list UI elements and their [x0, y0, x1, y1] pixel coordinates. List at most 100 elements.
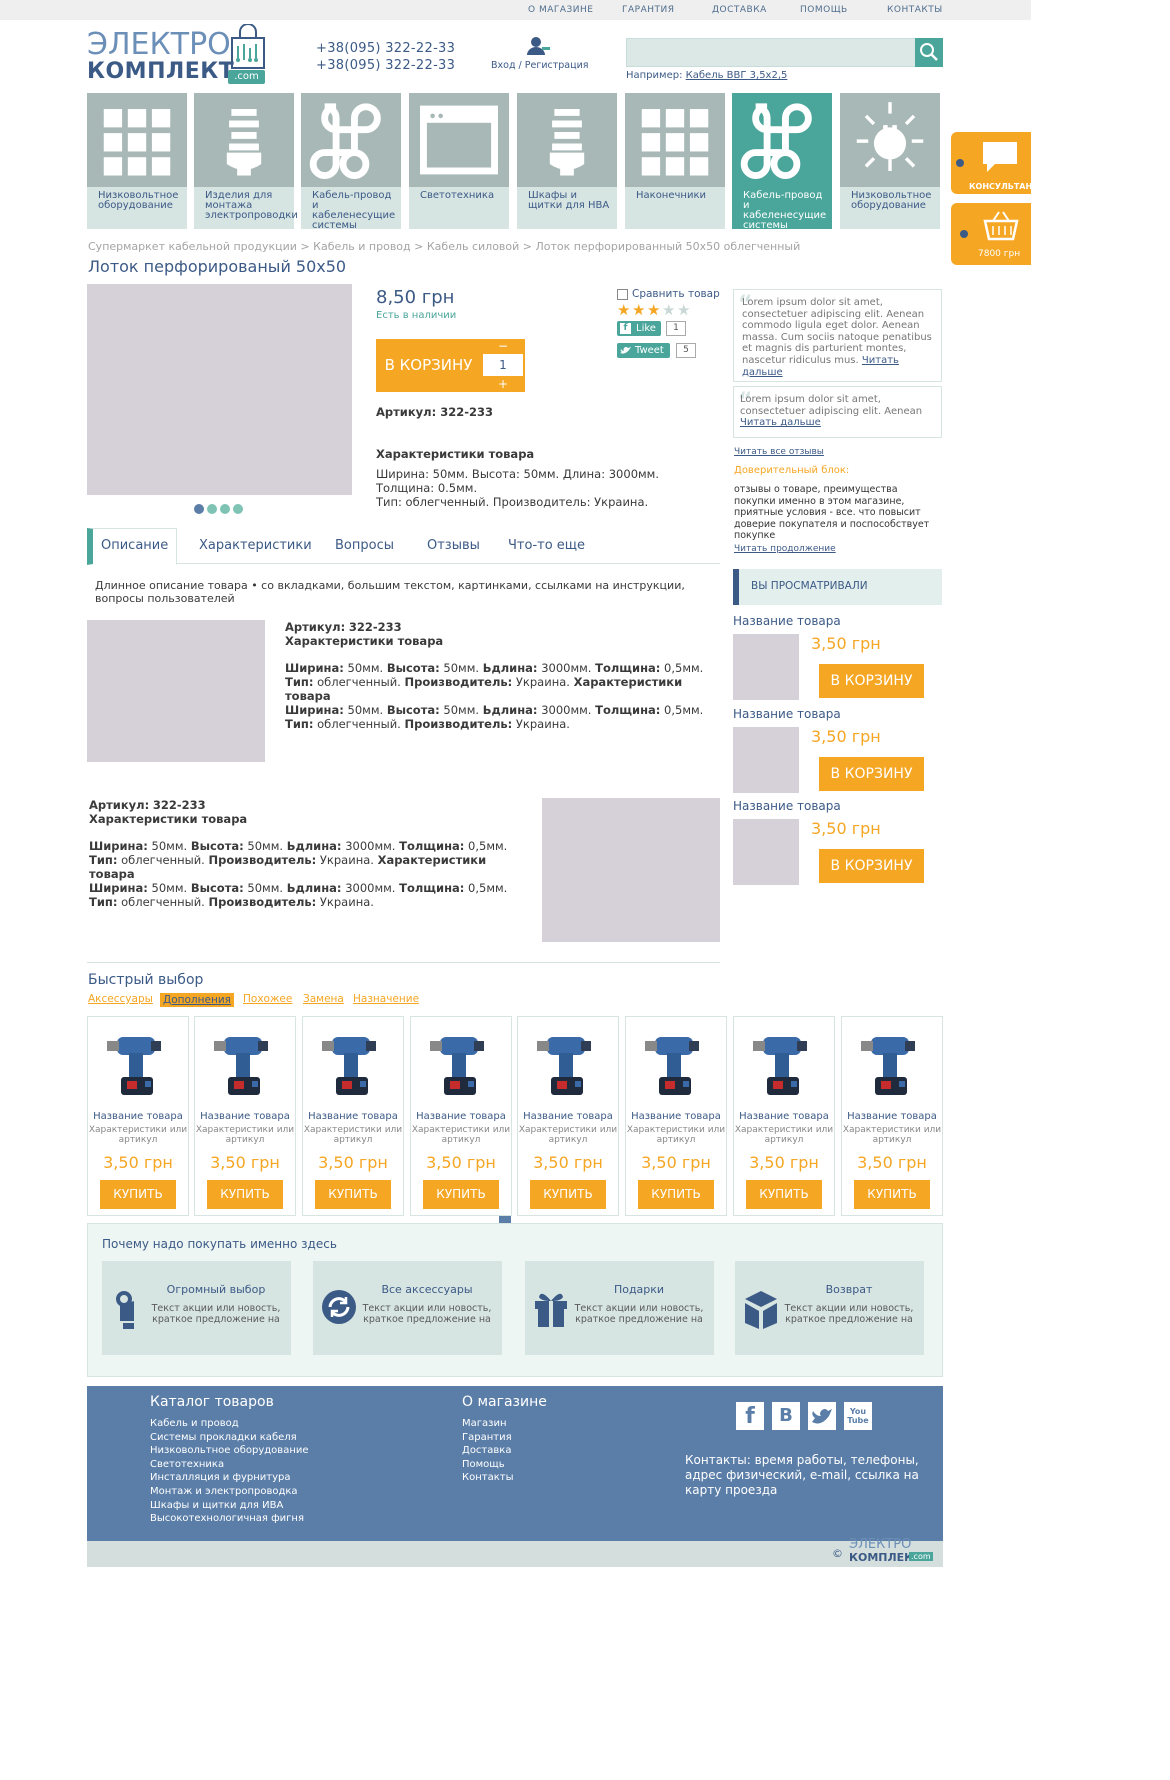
- footer-catalog-link[interactable]: Низковольтное оборудование: [150, 1444, 309, 1458]
- product-card[interactable]: Название товара Характеристики или артику…: [733, 1016, 835, 1216]
- footer-catalog-link[interactable]: Кабель и провод: [150, 1417, 239, 1431]
- product-card-image[interactable]: [753, 1029, 815, 1099]
- star-empty-icon[interactable]: ★: [677, 301, 690, 319]
- like-button[interactable]: f Like: [617, 321, 661, 336]
- tab-other[interactable]: Что-то еще: [508, 528, 585, 564]
- product-card-name[interactable]: Название товара: [734, 1111, 834, 1122]
- buy-button[interactable]: КУПИТЬ: [746, 1180, 822, 1209]
- star-filled-icon[interactable]: ★: [647, 301, 660, 319]
- category-tile[interactable]: Кабель-провод и кабеленесущие системы: [301, 93, 401, 231]
- gallery-dot[interactable]: [220, 504, 230, 514]
- youtube-icon[interactable]: You Tube: [844, 1402, 872, 1430]
- product-image[interactable]: [87, 284, 352, 495]
- tab-reviews[interactable]: Отзывы: [427, 528, 480, 564]
- vk-icon[interactable]: B: [772, 1402, 800, 1430]
- search-input[interactable]: [626, 38, 916, 67]
- buy-button[interactable]: КУПИТЬ: [854, 1180, 930, 1209]
- buy-button[interactable]: КУПИТЬ: [638, 1180, 714, 1209]
- category-tile[interactable]: Низковольтное оборудование: [87, 93, 187, 229]
- trust-read-more-link[interactable]: Читать продолжение: [734, 544, 836, 554]
- product-card-image[interactable]: [645, 1029, 707, 1099]
- add-to-cart-button[interactable]: В КОРЗИНУ: [376, 339, 481, 392]
- qty-minus-button[interactable]: −: [481, 339, 525, 354]
- footer-catalog-link[interactable]: Светотехника: [150, 1458, 224, 1472]
- logo-line1[interactable]: ЭЛЕКТРО: [87, 30, 231, 60]
- viewed-item-name[interactable]: Название товара: [733, 614, 841, 628]
- footer-catalog-link[interactable]: Монтаж и электропроводка: [150, 1485, 298, 1499]
- carousel-indicator[interactable]: [499, 1216, 511, 1223]
- footer-about-link[interactable]: Помощь: [462, 1458, 505, 1472]
- why-item[interactable]: Подарки Текст акции или новость, краткое …: [525, 1261, 714, 1355]
- why-item[interactable]: Огромный выбор Текст акции или новость, к…: [102, 1261, 291, 1355]
- category-tile[interactable]: Светотехника: [409, 93, 509, 229]
- product-card-name[interactable]: Название товара: [518, 1111, 618, 1122]
- login-link[interactable]: Вход: [491, 60, 516, 71]
- buy-button[interactable]: КУПИТЬ: [423, 1180, 499, 1209]
- description-image[interactable]: [87, 620, 265, 762]
- category-tile[interactable]: Шкафы и щитки для НВА: [517, 93, 617, 229]
- product-card-name[interactable]: Название товара: [303, 1111, 403, 1122]
- product-card[interactable]: Название товара Характеристики или артику…: [841, 1016, 943, 1216]
- viewed-item-image[interactable]: [733, 726, 799, 793]
- viewed-item-name[interactable]: Название товара: [733, 799, 841, 813]
- footer-about-link[interactable]: Контакты: [462, 1471, 513, 1485]
- top-nav-delivery[interactable]: ДОСТАВКА: [712, 5, 767, 15]
- tweet-button[interactable]: Tweet: [617, 343, 670, 358]
- footer-catalog-link[interactable]: Шкафы и щитки для ИВА: [150, 1499, 283, 1513]
- product-card[interactable]: Название товара Характеристики или артику…: [517, 1016, 619, 1216]
- viewed-item-image[interactable]: [733, 634, 799, 700]
- review-read-more[interactable]: Читать дальше: [740, 417, 821, 428]
- breadcrumb-item[interactable]: Кабель и провод: [313, 240, 410, 253]
- product-card[interactable]: Название товара Характеристики или артику…: [194, 1016, 296, 1216]
- star-filled-icon[interactable]: ★: [632, 301, 645, 319]
- product-card-image[interactable]: [861, 1029, 923, 1099]
- compare-checkbox[interactable]: [617, 289, 628, 300]
- viewed-add-to-cart-button[interactable]: В КОРЗИНУ: [819, 849, 924, 883]
- product-card-image[interactable]: [322, 1029, 384, 1099]
- viewed-add-to-cart-button[interactable]: В КОРЗИНУ: [819, 756, 924, 791]
- product-card-name[interactable]: Название товара: [842, 1111, 942, 1122]
- gallery-dot[interactable]: [207, 504, 217, 514]
- facebook-icon[interactable]: f: [736, 1402, 764, 1430]
- product-card-image[interactable]: [214, 1029, 276, 1099]
- filter-3[interactable]: Замена: [303, 993, 344, 1005]
- footer-logo-line1[interactable]: ЭЛЕКТРО: [849, 1537, 911, 1552]
- filter-4[interactable]: Назначение: [353, 993, 419, 1005]
- twitter-icon[interactable]: t: [808, 1402, 836, 1430]
- product-card-name[interactable]: Название товара: [411, 1111, 511, 1122]
- why-item[interactable]: Все аксессуары Текст акции или новость, к…: [313, 1261, 502, 1355]
- search-button[interactable]: [915, 38, 943, 67]
- register-link[interactable]: Регистрация: [525, 60, 589, 71]
- product-card[interactable]: Название товара Характеристики или артику…: [410, 1016, 512, 1216]
- footer-catalog-link[interactable]: Инсталляция и фурнитура: [150, 1471, 291, 1485]
- product-card-image[interactable]: [537, 1029, 599, 1099]
- description-image-2[interactable]: [542, 798, 720, 942]
- product-card-name[interactable]: Название товара: [195, 1111, 295, 1122]
- tab-description[interactable]: Описание: [101, 528, 168, 564]
- top-nav-help[interactable]: ПОМОЩЬ: [800, 5, 848, 15]
- gallery-dot-active[interactable]: [194, 504, 204, 514]
- footer-about-link[interactable]: Доставка: [462, 1444, 511, 1458]
- product-card[interactable]: Название товара Характеристики или артику…: [625, 1016, 727, 1216]
- star-filled-icon[interactable]: ★: [617, 301, 630, 319]
- top-nav-about[interactable]: О МАГАЗИНЕ: [528, 5, 593, 15]
- rating-stars[interactable]: ★ ★ ★ ★ ★: [617, 301, 697, 319]
- logo-line2[interactable]: КОМПЛЕКТ: [87, 60, 234, 84]
- product-card-name[interactable]: Название товара: [88, 1111, 188, 1122]
- read-all-reviews-link[interactable]: Читать все отзывы: [734, 447, 824, 457]
- phone-1[interactable]: +38(095) 322-22-33: [316, 41, 455, 56]
- qty-input[interactable]: [483, 354, 523, 376]
- category-tile[interactable]: Изделия для монтажа электропроводки: [194, 93, 298, 229]
- buy-button[interactable]: КУПИТЬ: [315, 1180, 391, 1209]
- tab-specs[interactable]: Характеристики: [199, 528, 312, 564]
- top-nav-contacts[interactable]: КОНТАКТЫ: [887, 5, 943, 15]
- why-item[interactable]: Возврат Текст акции или новость, краткое …: [735, 1261, 924, 1355]
- viewed-item-name[interactable]: Название товара: [733, 707, 841, 721]
- category-tile[interactable]: Кабель-провод и кабеленесущие системы: [732, 93, 832, 231]
- product-card[interactable]: Название товара Характеристики или артику…: [302, 1016, 404, 1216]
- category-tile[interactable]: Низковольтное оборудование: [840, 93, 940, 229]
- filter-1[interactable]: Дополнения: [160, 993, 234, 1007]
- viewed-item-image[interactable]: [733, 819, 799, 885]
- user-icon[interactable]: [527, 36, 551, 56]
- search-hint-link[interactable]: Кабель ВВГ 3,5х2,5: [686, 70, 788, 81]
